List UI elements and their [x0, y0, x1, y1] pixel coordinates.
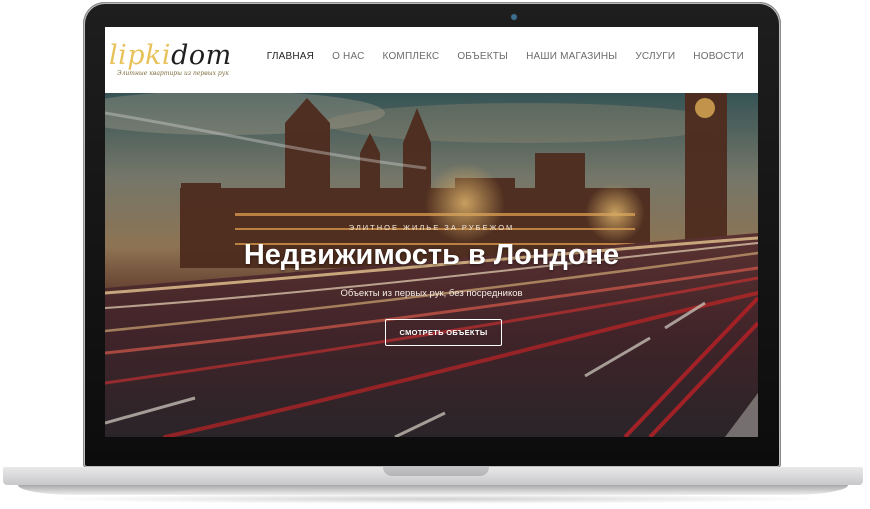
menu-item-shops[interactable]: НАШИ МАГАЗИНЫ — [526, 51, 617, 62]
hero-subtitle: Объекты из первых рук, без посредников — [340, 288, 523, 299]
camera-icon — [511, 14, 517, 20]
logo-part2: dom — [171, 40, 232, 71]
menu-item-services[interactable]: УСЛУГИ — [635, 51, 675, 62]
logo[interactable]: lipkidom Элитные квартиры из первых рук — [109, 41, 249, 85]
laptop-bottom — [18, 485, 848, 495]
menu-item-complex[interactable]: КОМПЛЕКС — [383, 51, 440, 62]
navbar: lipkidom Элитные квартиры из первых рук … — [105, 27, 758, 93]
hero-title: Недвижимость в Лондоне — [243, 239, 620, 271]
main-menu: ГЛАВНАЯ О НАС КОМПЛЕКС ОБЪЕКТЫ НАШИ МАГА… — [267, 51, 744, 62]
laptop-shadow — [40, 494, 830, 504]
menu-item-about[interactable]: О НАС — [332, 51, 364, 62]
website-screen: lipkidom Элитные квартиры из первых рук … — [105, 27, 758, 437]
logo-part1: lipki — [109, 40, 172, 71]
logo-wordmark: lipkidom — [109, 41, 249, 71]
laptop-notch — [383, 467, 489, 476]
menu-item-news[interactable]: НОВОСТИ — [693, 51, 744, 62]
logo-tagline: Элитные квартиры из первых рук — [117, 70, 229, 77]
hero-section: ЭЛИТНОЕ ЖИЛЬЕ ЗА РУБЕЖОМ Недвижимость в … — [105, 93, 758, 437]
menu-item-home[interactable]: ГЛАВНАЯ — [267, 51, 314, 62]
view-objects-button[interactable]: СМОТРЕТЬ ОБЪЕКТЫ — [385, 319, 502, 346]
hero-kicker: ЭЛИТНОЕ ЖИЛЬЕ ЗА РУБЕЖОМ — [348, 223, 515, 232]
menu-item-objects[interactable]: ОБЪЕКТЫ — [457, 51, 508, 62]
